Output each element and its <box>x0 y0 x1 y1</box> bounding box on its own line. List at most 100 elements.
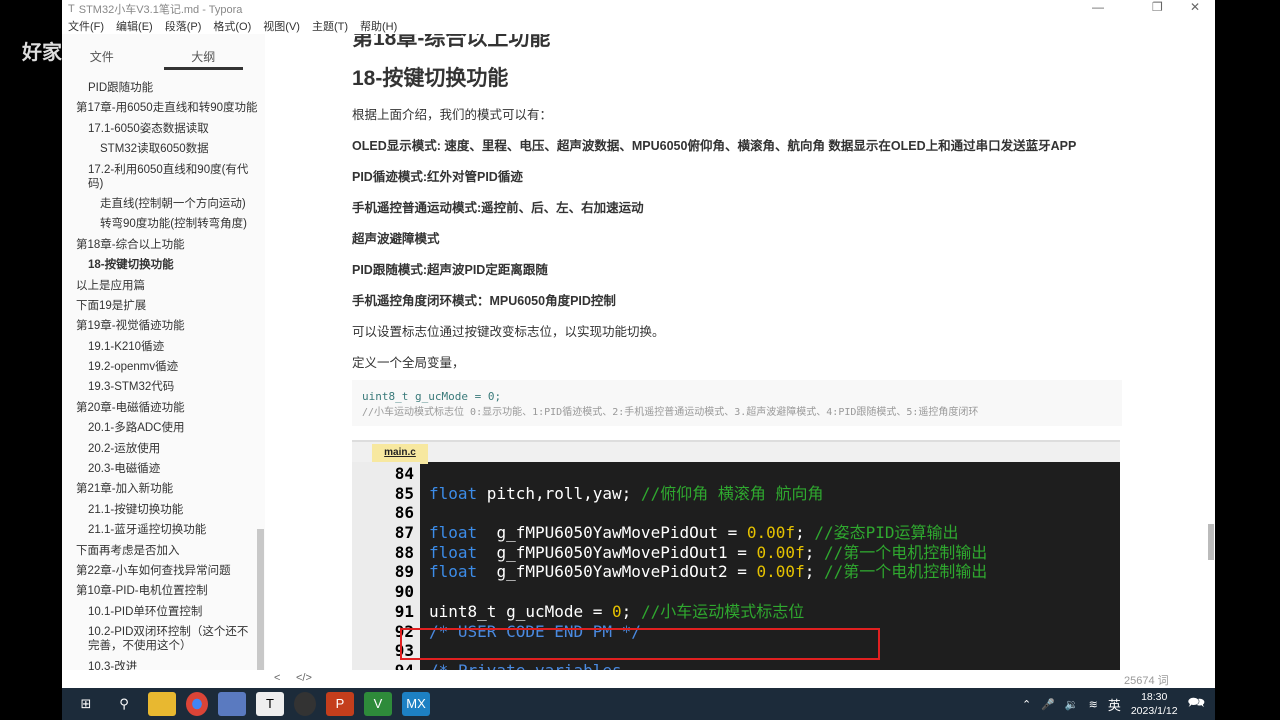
outline-item[interactable]: 10.1-PID单环位置控制 <box>62 602 265 622</box>
menu-item[interactable]: 视图(V) <box>263 18 300 34</box>
line-number: 84 <box>394 464 414 483</box>
outline-item[interactable]: 21.1-按键切换功能 <box>62 500 265 520</box>
paragraph: 超声波避障模式 <box>352 232 440 246</box>
outline-item[interactable]: 19.2-openmv循迹 <box>62 357 265 377</box>
paragraph: 可以设置标志位通过按键改变标志位，以实现功能切换。 <box>352 325 665 339</box>
outline-item[interactable]: 10.3-改进 <box>62 657 265 670</box>
code-screenshot-image: main.c 84 85 float pitch,roll,yaw; //俯仰角 横… <box>352 440 1120 670</box>
outline-item[interactable]: 19.1-K210循迹 <box>62 337 265 357</box>
microphone-icon[interactable]: 🎤 <box>1041 698 1055 711</box>
heading-chapter: 第18章-综合以上功能 <box>352 34 551 50</box>
tab-outline[interactable]: 大纲 <box>163 34 243 70</box>
outline-item[interactable]: 20.1-多路ADC使用 <box>62 418 265 438</box>
volume-icon[interactable]: 🔉 <box>1065 698 1079 711</box>
tab-files[interactable]: 文件 <box>62 34 142 74</box>
code-line: 94/* Private variables -----------------… <box>352 661 1120 670</box>
line-number: 89 <box>394 562 414 582</box>
line-number: 94 <box>352 661 414 670</box>
outline-item[interactable]: 第18章-综合以上功能 <box>62 235 265 255</box>
outline-list: PID跟随功能 第17章-用6050走直线和转90度功能 17.1-6050姿态数据… <box>62 74 265 670</box>
code-block[interactable]: uint8_t g_ucMode = 0; //小车运动模式标志位 0:显示功能… <box>352 380 1122 426</box>
outline-item[interactable]: 转弯90度功能(控制转弯角度) <box>62 214 265 234</box>
editor: 第18章-综合以上功能 18-按键切换功能 根据上面介绍，我们的模式可以有： OL… <box>265 34 1215 670</box>
source-mode-button[interactable]: </> <box>296 672 312 684</box>
outline-item[interactable]: 21.1-蓝牙遥控切换功能 <box>62 520 265 540</box>
wifi-icon[interactable]: ≋ <box>1089 698 1098 711</box>
outline-item[interactable]: 第10章-PID-电机位置控制 <box>62 581 265 601</box>
search-icon[interactable]: ⚲ <box>110 692 138 716</box>
file-tab: main.c <box>372 444 428 464</box>
status-bar: < </> 25674 词 <box>62 670 1215 688</box>
clock[interactable]: 18:30 2023/1/12 <box>1131 690 1178 718</box>
file-explorer-icon[interactable] <box>148 692 176 716</box>
paragraph: 定义一个全局变量， <box>352 356 465 370</box>
paragraph: 根据上面介绍，我们的模式可以有： <box>352 108 553 122</box>
keil-icon[interactable]: V <box>364 692 392 716</box>
outline-item[interactable]: 第22章-小车如何查找异常问题 <box>62 561 265 581</box>
outline-item[interactable]: 第21章-加入新功能 <box>62 479 265 499</box>
title-bar: T STM32小车V3.1笔记.md - Typora — ❐ ✕ <box>62 0 1215 17</box>
toggle-sidebar-button[interactable]: < <box>274 672 280 684</box>
outline-item[interactable]: 下面19是扩展 <box>62 296 265 316</box>
highlight-box <box>400 628 880 660</box>
paragraph: PID循迹模式:红外对管PID循迹 <box>352 170 523 184</box>
stm32cubemx-icon[interactable]: MX <box>402 692 430 716</box>
code-line: 88 float g_fMPU6050YawMovePidOut1 = 0.00f… <box>352 543 1120 563</box>
outline-item[interactable]: 17.1-6050姿态数据读取 <box>62 119 265 139</box>
outline-item[interactable]: 20.3-电磁循迹 <box>62 459 265 479</box>
outline-item[interactable]: 下面再考虑是否加入 <box>62 541 265 561</box>
outline-item[interactable]: 走直线(控制朝一个方向运动) <box>62 194 265 214</box>
paragraph: 手机遥控角度闭环模式：MPU6050角度PID控制 <box>352 294 616 308</box>
editor-scrollbar[interactable] <box>1208 524 1214 560</box>
line-number: 88 <box>394 542 414 562</box>
notification-icon[interactable]: 🗪 <box>1188 692 1205 716</box>
typora-icon[interactable]: T <box>256 692 284 716</box>
code-line: 89 float g_fMPU6050YawMovePidOut2 = 0.00f… <box>352 562 1120 582</box>
chrome-icon[interactable] <box>186 692 208 716</box>
paragraph: 手机遥控普通运动模式:遥控前、后、左、右加速运动 <box>352 201 644 215</box>
outline-item[interactable]: 第17章-用6050走直线和转90度功能 <box>62 98 265 118</box>
typora-window: T STM32小车V3.1笔记.md - Typora — ❐ ✕ 文件(F) 编… <box>62 0 1215 688</box>
outline-item[interactable]: 第19章-视觉循迹功能 <box>62 316 265 336</box>
outline-item[interactable]: 以上是应用篇 <box>62 276 265 296</box>
input-language[interactable]: 英 <box>1108 695 1121 714</box>
minimize-button[interactable]: — <box>1092 0 1104 14</box>
windows-start-icon[interactable]: ⊞ <box>72 692 100 716</box>
line-number: 85 <box>394 483 414 503</box>
close-button[interactable]: ✕ <box>1190 0 1200 14</box>
code-line: 91 uint8_t g_ucMode = 0; //小车运动模式标志位 <box>352 602 1120 622</box>
outline-item[interactable]: 18-按键切换功能 <box>62 255 265 275</box>
outline-item[interactable]: 17.2-利用6050直线和90度(有代码) <box>62 160 265 194</box>
outline-item[interactable]: 第20章-电磁循迹功能 <box>62 398 265 418</box>
sidebar-scrollbar[interactable] <box>257 529 264 670</box>
system-tray: ⌃ 🎤 🔉 ≋ 英 18:30 2023/1/12 🗪 <box>1022 688 1205 720</box>
code-line: uint8_t g_ucMode = 0; <box>362 390 502 403</box>
app-icon-blue[interactable] <box>218 692 246 716</box>
menu-item[interactable]: 编辑(E) <box>116 18 153 34</box>
code-line: 90 <box>352 582 1120 602</box>
menu-item[interactable]: 段落(P) <box>165 18 202 34</box>
restore-button[interactable]: ❐ <box>1152 0 1163 14</box>
code-comment: //小车运动模式标志位 0:显示功能、1:PID循迹模式、2:手机遥控普通运动模… <box>362 407 979 418</box>
chevron-up-icon[interactable]: ⌃ <box>1022 698 1031 711</box>
paragraph: OLED显示模式: 速度、里程、电压、超声波数据、MPU6050俯仰角、横滚角、… <box>352 139 1077 153</box>
outline-item[interactable]: 19.3-STM32代码 <box>62 377 265 397</box>
code-line: 85 float pitch,roll,yaw; //俯仰角 横滚角 航向角 <box>352 484 1120 504</box>
menu-item[interactable]: 文件(F) <box>68 18 104 34</box>
outline-item[interactable]: 20.2-运放使用 <box>62 439 265 459</box>
obs-icon[interactable] <box>294 692 316 716</box>
outline-item[interactable]: PID跟随功能 <box>62 78 265 98</box>
menu-item[interactable]: 主题(T) <box>312 18 348 34</box>
line-number: 90 <box>394 582 414 602</box>
menu-item[interactable]: 帮助(H) <box>360 18 397 34</box>
word-count[interactable]: 25674 词 <box>1124 672 1169 688</box>
outline-item[interactable]: 10.2-PID双闭环控制（这个还不完善，不使用这个） <box>62 622 265 656</box>
powerpoint-icon[interactable]: P <box>326 692 354 716</box>
menu-item[interactable]: 格式(O) <box>213 18 251 34</box>
line-number: 86 <box>394 503 414 523</box>
taskbar: ⊞ ⚲ T P V MX ⌃ 🎤 🔉 ≋ 英 18:30 2023/1/12 🗪 <box>62 688 1215 720</box>
line-number: 91 <box>394 601 414 621</box>
outline-item[interactable]: STM32读取6050数据 <box>62 139 265 159</box>
menu-bar: 文件(F) 编辑(E) 段落(P) 格式(O) 视图(V) 主题(T) 帮助(H) <box>62 17 1215 34</box>
code-line: 87 float g_fMPU6050YawMovePidOut = 0.00f;… <box>352 523 1120 543</box>
